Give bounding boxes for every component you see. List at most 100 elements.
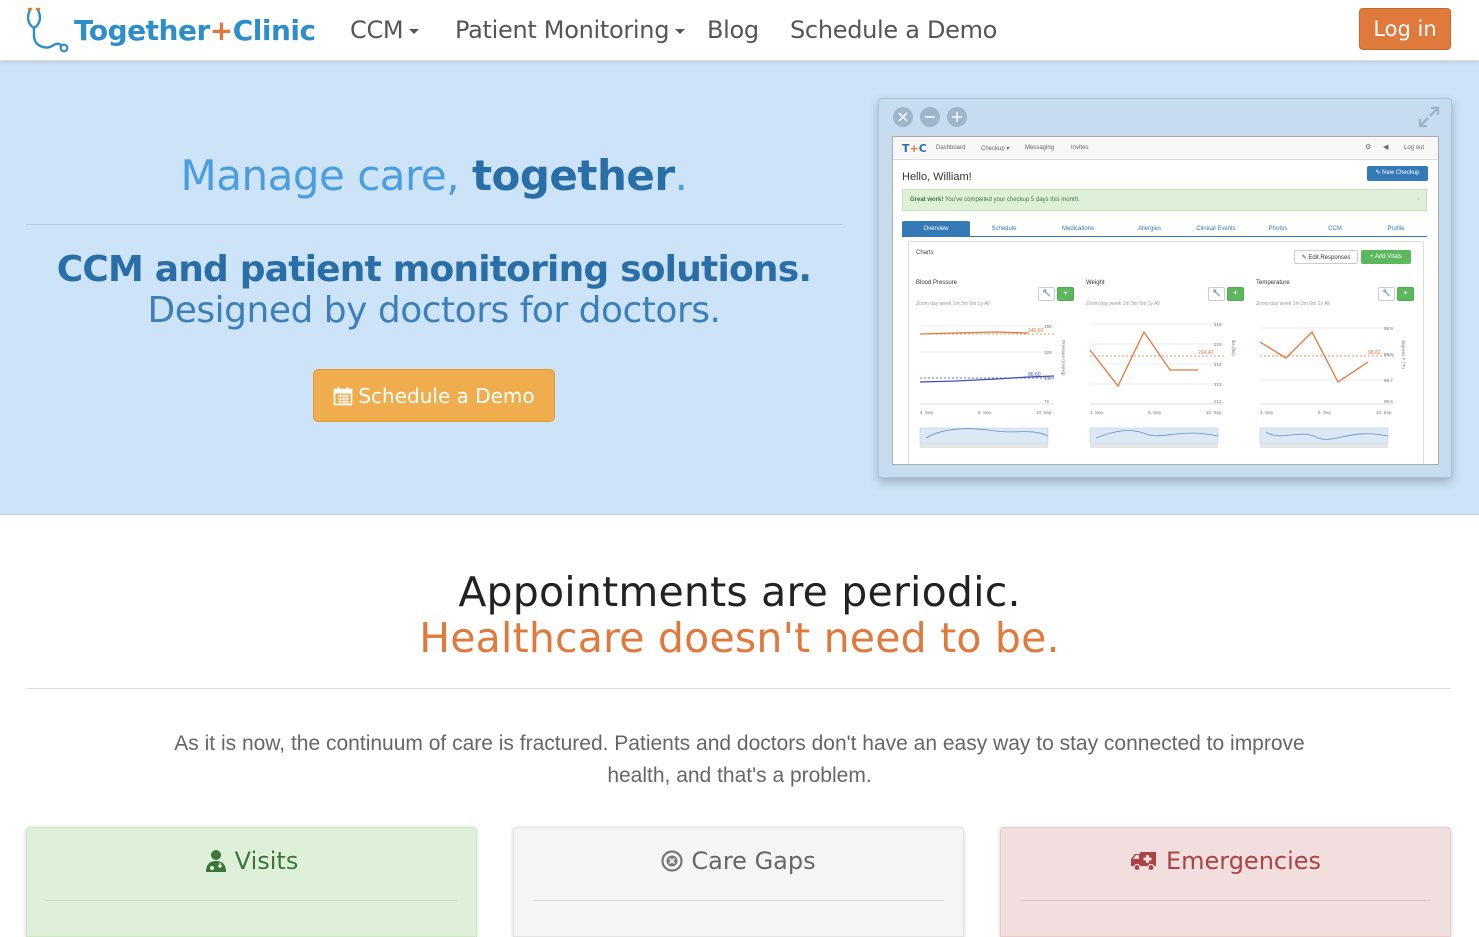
bp-label-high: 146.60 <box>1028 328 1044 334</box>
times-circle-icon <box>661 850 683 872</box>
weight-tick-214: 214 <box>1214 362 1222 367</box>
login-button[interactable]: Log in <box>1359 8 1451 50</box>
top-navbar: Together+Clinic CCM Patient Monitoring B… <box>0 0 1479 61</box>
preview-nav-invites: Invites <box>1071 145 1089 151</box>
wrench-icon: 🔧 <box>1038 287 1055 301</box>
nav-ccm[interactable]: CCM <box>350 16 420 44</box>
temperature-tick-98-9: 98.9 <box>1384 326 1393 331</box>
preview-brand: T+C <box>902 142 927 155</box>
temperature-x-1: 4. Sep <box>1260 410 1274 415</box>
card-emergencies-title: Emergencies <box>1001 847 1450 875</box>
preview-tab-overview: Overview <box>902 221 970 237</box>
card-emergencies: Emergencies <box>1000 827 1451 937</box>
section-subtitle: Healthcare doesn't need to be. <box>419 614 1060 662</box>
weight-x-3: 10. Sep <box>1206 410 1222 415</box>
minichart-title: Blood Pressure <box>916 280 958 286</box>
bp-label-low: 96.60 <box>1028 372 1041 378</box>
section-divider <box>26 688 1451 689</box>
app-screenshot: T+C Dashboard Checkup ▾ Messaging Invite… <box>892 136 1439 465</box>
preview-greeting: Hello, William! <box>902 171 972 183</box>
bp-tick-75: 75 <box>1044 399 1050 404</box>
gear-icon: ⚙ <box>1365 144 1372 151</box>
card-divider <box>1020 900 1431 901</box>
preview-charts-panel: Charts ✎ Edit Responses + Add Vitals Blo… <box>908 241 1424 464</box>
nav-patient-monitoring[interactable]: Patient Monitoring <box>455 16 686 44</box>
preview-nav-dashboard: Dashboard <box>936 145 966 151</box>
temperature-x-3: 10. Sep <box>1376 410 1392 415</box>
minichart-title: Weight <box>1086 280 1105 286</box>
bp-x-2: 6. Sep <box>978 410 992 415</box>
card-visits: Visits <box>26 827 477 937</box>
bp-tick-100: 100 <box>1044 376 1052 381</box>
section-title: Appointments are periodic. <box>458 568 1021 616</box>
caret-down-icon <box>675 28 686 34</box>
bp-x-3: 10. Sep <box>1036 410 1052 415</box>
preview-tab-photos: Photos <box>1268 226 1288 232</box>
temperature-tick-98-8: 98.8 <box>1384 352 1393 357</box>
temperature-tick-98-6: 98.6 <box>1384 399 1393 404</box>
nav-schedule-demo[interactable]: Schedule a Demo <box>790 16 997 44</box>
minichart-zoom: Zoom day week 1m 3m 6m 1y All <box>1256 301 1330 307</box>
minichart-zoom: Zoom day week 1m 3m 6m 1y All <box>916 301 990 307</box>
preview-nav-messaging: Messaging <box>1025 145 1055 151</box>
user-md-icon <box>205 850 226 872</box>
weight-tick-216: 216 <box>1214 322 1222 327</box>
zoom-in-icon: + <box>947 107 967 127</box>
plus-icon: + <box>1227 287 1244 301</box>
brand-name: Together+Clinic <box>74 13 316 47</box>
expand-icon <box>1418 106 1440 128</box>
preview-logout: Log out <box>1404 145 1425 151</box>
minichart-title: Temperature <box>1256 280 1290 286</box>
temperature-ylabel: degrees F (°F) <box>1401 340 1406 370</box>
bp-tick-125: 125 <box>1044 350 1052 355</box>
card-divider <box>533 900 944 901</box>
preview-tab-profile: Profile <box>1387 226 1405 232</box>
temperature-label: 98.82 <box>1368 350 1381 356</box>
card-visits-title: Visits <box>27 847 476 875</box>
ambulance-icon <box>1130 852 1156 872</box>
wrench-icon: 🔧 <box>1378 287 1395 301</box>
weight-x-2: 6. Sep <box>1148 410 1162 415</box>
preview-nav-checkup: Checkup ▾ <box>981 146 1010 152</box>
hero-title: Manage care, together. <box>180 151 688 200</box>
caret-down-icon <box>409 28 420 34</box>
preview-chart-weight: Weight 🔧 + Zoom day week 1m 3m 6m 1y All … <box>1086 280 1246 458</box>
card-care-gaps: Care Gaps <box>513 827 964 937</box>
calendar-icon <box>334 386 353 405</box>
preview-alert: Great work! You've completed your checku… <box>902 189 1427 211</box>
megaphone-icon: ◀ <box>1383 144 1389 151</box>
stethoscope-icon <box>26 7 69 53</box>
hero-subtitle-secondary: Designed by doctors for doctors. <box>147 290 721 331</box>
weight-plot: 214.40 216 215 214 213 212 lbs (lbs) 4. … <box>1089 322 1236 448</box>
weight-x-1: 4. Sep <box>1090 410 1104 415</box>
plus-icon: + <box>1397 287 1414 301</box>
app-preview-window: × − + T+C Dashboard Checkup ▾ Messaging … <box>878 98 1452 478</box>
preview-tab-schedule: Schedule <box>991 226 1017 232</box>
minimize-icon: − <box>920 107 940 127</box>
card-divider <box>46 900 457 901</box>
preview-edit-responses-button: ✎ Edit Responses <box>1294 250 1358 264</box>
hero-divider <box>26 224 842 225</box>
weight-label: 214.40 <box>1198 350 1214 356</box>
blood-pressure-plot: 146.60 96.60 150 125 100 75 Pressure (mm… <box>919 324 1066 448</box>
preview-new-checkup-button: ✎ New Checkup <box>1367 166 1428 181</box>
preview-add-vitals-button: + Add Vitals <box>1361 250 1411 264</box>
wrench-icon: 🔧 <box>1208 287 1225 301</box>
preview-tab-clinical-events: Clinical Events <box>1196 226 1236 232</box>
close-icon: × <box>893 107 913 127</box>
brand-logo[interactable]: Together+Clinic <box>24 6 316 54</box>
preview-navbar: T+C Dashboard Checkup ▾ Messaging Invite… <box>893 137 1438 160</box>
preview-tab-ccm: CCM <box>1328 226 1342 232</box>
temperature-tick-98-7: 98.7 <box>1384 378 1393 383</box>
temperature-plot: 98.82 98.9 98.8 98.7 98.6 degrees F (°F)… <box>1259 326 1406 448</box>
weight-ylabel: lbs (lbs) <box>1231 340 1236 356</box>
minichart-zoom: Zoom day week 1m 3m 6m 1y All <box>1086 301 1160 307</box>
weight-tick-215: 215 <box>1214 342 1222 347</box>
weight-tick-212: 212 <box>1214 399 1222 404</box>
preview-tab-allergies: Allergies <box>1137 226 1161 232</box>
temperature-x-2: 6. Sep <box>1318 410 1332 415</box>
preview-chart-temperature: Temperature 🔧 + Zoom day week 1m 3m 6m 1y… <box>1256 280 1416 458</box>
schedule-demo-button[interactable]: Schedule a Demo <box>313 369 555 422</box>
nav-blog[interactable]: Blog <box>707 16 759 44</box>
card-care-gaps-title: Care Gaps <box>514 847 963 875</box>
